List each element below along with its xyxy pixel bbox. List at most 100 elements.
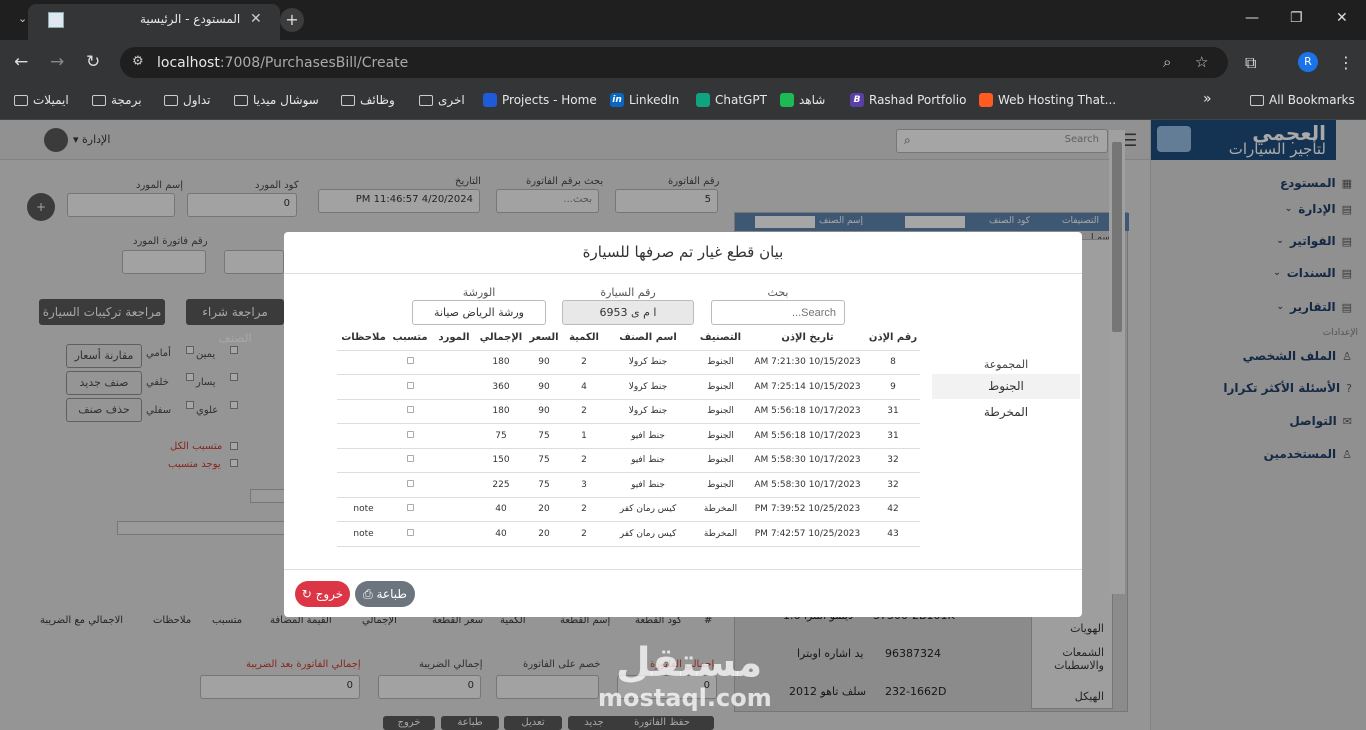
col-cause[interactable]: متسبب xyxy=(390,326,430,350)
bookmark-linkedin[interactable]: in LinkedIn xyxy=(610,93,679,107)
forward-arrow-icon[interactable]: → xyxy=(50,52,64,72)
bookmark-web-hosting[interactable]: Web Hosting That... xyxy=(979,93,1116,107)
cell-qty: 2 xyxy=(564,496,604,522)
print-button[interactable]: ⎙ طباعة xyxy=(355,581,415,607)
group-item-rims[interactable]: الجنوط xyxy=(932,374,1080,399)
cell-item-name: جنط افيو xyxy=(604,447,692,473)
cause-checkbox[interactable] xyxy=(406,406,414,414)
cell-permit-no: 42 xyxy=(866,496,920,522)
extensions-icon[interactable]: ⧉ xyxy=(1245,53,1256,73)
modal-search-input[interactable] xyxy=(711,300,845,325)
cell-qty: 2 xyxy=(564,447,604,473)
cell-price: 20 xyxy=(524,496,564,522)
cell-permit-no: 32 xyxy=(866,447,920,473)
table-row[interactable]: 9 10/15/2023 7:25:14 AM الجنوط جنط كرولا… xyxy=(337,374,920,399)
cell-category: الجنوط xyxy=(692,447,749,473)
cell-category: الجنوط xyxy=(692,349,749,375)
folder-icon xyxy=(164,94,178,106)
bookmarks-overflow-icon[interactable]: » xyxy=(1203,91,1212,107)
tab-close-icon[interactable]: ✕ xyxy=(250,11,262,27)
table-row[interactable]: 31 10/17/2023 5:56:18 AM الجنوط جنط كرول… xyxy=(337,398,920,424)
bookmark-folder[interactable]: سوشال ميديا xyxy=(234,93,319,107)
bookmarks-bar: ايميلات برمجة تداول سوشال ميديا وظائف اخ… xyxy=(0,84,1366,120)
bookmark-folder[interactable]: تداول xyxy=(164,93,211,107)
cell-category: المخرطة xyxy=(692,521,749,547)
cause-checkbox[interactable] xyxy=(406,455,414,463)
table-row[interactable]: 43 10/25/2023 7:42:57 PM المخرطة كيس رما… xyxy=(337,521,920,547)
bookmark-projects-home[interactable]: Projects - Home xyxy=(483,93,597,107)
modal-title: بيان قطع غيار تم صرفها للسيارة xyxy=(284,232,1082,274)
col-qty[interactable]: الكمية xyxy=(564,326,604,350)
folder-icon xyxy=(1250,94,1264,106)
cell-permit-date: 10/17/2023 5:56:18 AM xyxy=(749,423,866,448)
all-bookmarks[interactable]: All Bookmarks xyxy=(1250,93,1355,107)
exit-button[interactable]: ↻ خروج xyxy=(295,581,350,607)
folder-icon xyxy=(14,94,28,106)
cause-checkbox[interactable] xyxy=(406,430,414,438)
car-no-field[interactable]: ا م ى 6953 xyxy=(562,300,694,325)
col-notes[interactable]: ملاحظات xyxy=(337,326,390,350)
chatgpt-icon xyxy=(696,93,710,107)
col-item-name[interactable]: اسم الصنف xyxy=(604,326,692,350)
col-permit-date[interactable]: تاريخ الإذن xyxy=(749,326,866,350)
bookmark-folder[interactable]: اخرى xyxy=(419,93,465,107)
reload-icon[interactable]: ↻ xyxy=(86,52,100,72)
table-row[interactable]: 42 10/25/2023 7:39:52 PM المخرطة كيس رما… xyxy=(337,496,920,522)
cell-price: 20 xyxy=(524,521,564,547)
cell-notes xyxy=(337,472,390,497)
folder-icon xyxy=(234,94,248,106)
group-item-lathe[interactable]: المخرطة xyxy=(932,400,1080,425)
bookmark-shahid[interactable]: شاهد xyxy=(780,93,825,107)
bookmark-folder[interactable]: ايميلات xyxy=(14,93,69,107)
cause-checkbox[interactable] xyxy=(406,357,414,365)
table-row[interactable]: 8 10/15/2023 7:21:30 AM الجنوط جنط كرولا… xyxy=(337,349,920,375)
cell-notes xyxy=(337,398,390,424)
cell-notes xyxy=(337,447,390,473)
cause-checkbox[interactable] xyxy=(406,479,414,487)
window-close-icon[interactable]: ✕ xyxy=(1336,10,1348,26)
modal-footer-divider xyxy=(284,569,1082,570)
cell-total: 40 xyxy=(478,496,524,522)
url-input[interactable]: ⚙ localhost:7008/PurchasesBill/Create ⌕ … xyxy=(120,47,1228,78)
col-permit-no[interactable]: رقم الإذن xyxy=(866,326,920,350)
new-tab-button[interactable]: + xyxy=(280,8,304,32)
table-row[interactable]: 31 10/17/2023 5:56:18 AM الجنوط جنط افيو… xyxy=(337,423,920,448)
printer-icon: ⎙ xyxy=(363,587,373,601)
col-category[interactable]: التصنيف xyxy=(692,326,749,350)
workshop-field[interactable]: ورشة الرياض صيانة xyxy=(412,300,546,325)
zoom-search-icon[interactable]: ⌕ xyxy=(1163,53,1171,71)
tab-title: المستودع - الرئيسية xyxy=(140,12,241,26)
site-info-icon[interactable]: ⚙ xyxy=(132,54,144,69)
col-total[interactable]: الإجمالي xyxy=(478,326,524,350)
bookmark-chatgpt[interactable]: ChatGPT xyxy=(696,93,767,107)
folder-icon xyxy=(419,94,433,106)
restore-icon[interactable]: ❐ xyxy=(1290,10,1303,26)
cell-total: 180 xyxy=(478,349,524,375)
minimize-icon[interactable]: — xyxy=(1245,10,1259,26)
cell-category: الجنوط xyxy=(692,423,749,448)
workshop-label: الورشة xyxy=(462,286,496,299)
bookmark-rashad-portfolio[interactable]: B Rashad Portfolio xyxy=(850,93,966,107)
cause-checkbox[interactable] xyxy=(406,381,414,389)
col-price[interactable]: السعر xyxy=(524,326,564,350)
cell-permit-date: 10/17/2023 5:56:18 AM xyxy=(749,398,866,424)
cause-checkbox[interactable] xyxy=(406,504,414,512)
browser-menu-icon[interactable]: ⋮ xyxy=(1338,53,1354,72)
cause-checkbox[interactable] xyxy=(406,528,414,536)
back-arrow-icon[interactable]: ← xyxy=(14,52,28,72)
table-row[interactable]: 32 10/17/2023 5:58:30 AM الجنوط جنط افيو… xyxy=(337,472,920,497)
hosting-icon xyxy=(979,93,993,107)
cell-permit-no: 32 xyxy=(866,472,920,497)
bookmark-star-icon[interactable]: ☆ xyxy=(1195,53,1208,71)
cell-permit-no: 43 xyxy=(866,521,920,547)
car-no-label: رقم السيارة xyxy=(600,286,656,299)
profile-avatar[interactable]: R xyxy=(1298,52,1318,72)
bookmark-folder[interactable]: برمجة xyxy=(92,93,142,107)
cell-item-name: جنط افيو xyxy=(604,472,692,497)
cell-category: الجنوط xyxy=(692,398,749,424)
table-row[interactable]: 32 10/17/2023 5:58:30 AM الجنوط جنط افيو… xyxy=(337,447,920,473)
cell-supplier xyxy=(430,398,478,424)
col-supplier[interactable]: المورد xyxy=(430,326,478,350)
tab-search-icon[interactable]: ⌄ xyxy=(18,12,27,25)
bookmark-folder[interactable]: وظائف xyxy=(341,93,395,107)
